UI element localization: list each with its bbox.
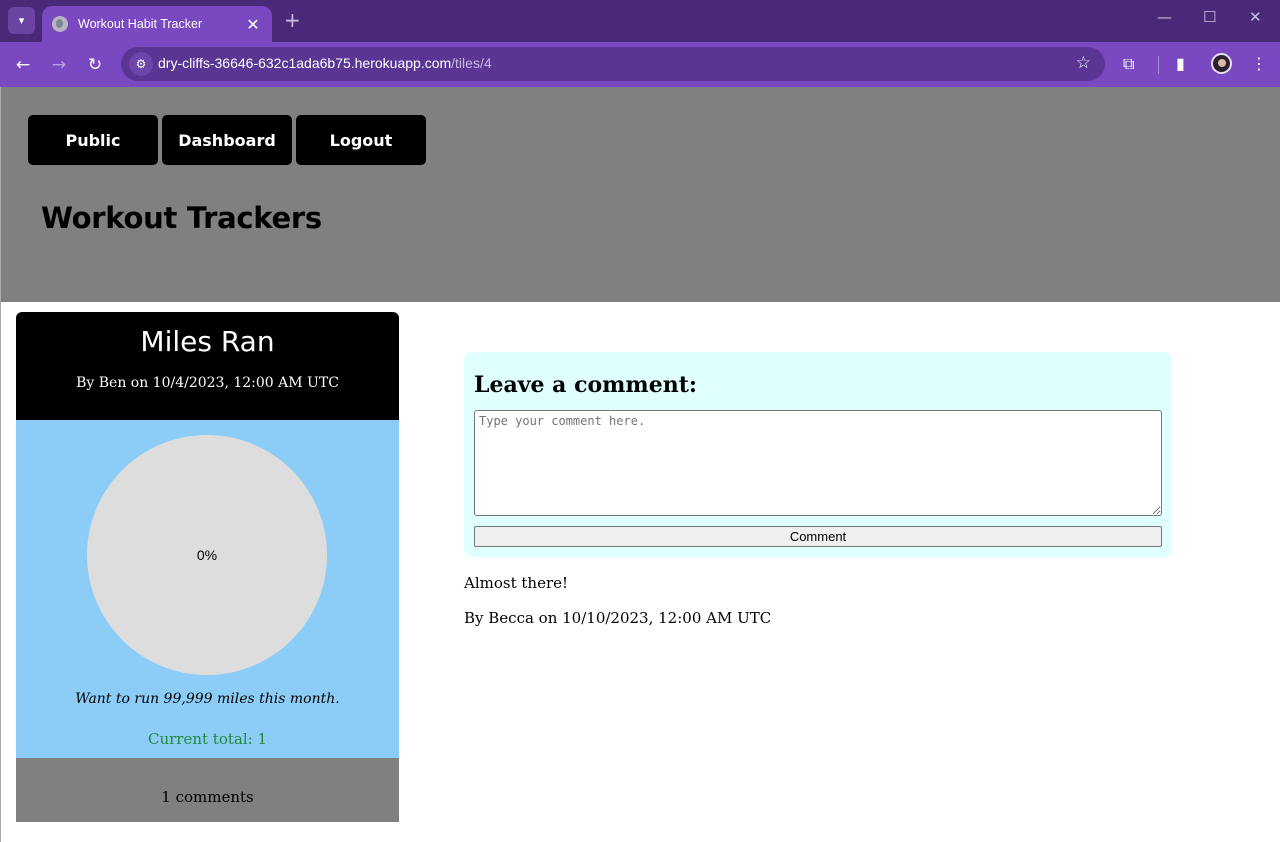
side-panel-icon[interactable]: ▮	[1176, 54, 1185, 73]
toolbar-divider	[1158, 56, 1159, 74]
browser-tab-strip: ▾ Workout Habit Tracker ✕ + — ☐ ✕	[0, 0, 1280, 42]
comment-button[interactable]: Comment	[474, 526, 1162, 547]
comment-input[interactable]	[474, 410, 1162, 516]
reload-icon[interactable]: ↻	[82, 52, 108, 78]
arrow-left-icon[interactable]: ←	[10, 52, 36, 78]
progress-label: 0%	[196, 547, 218, 563]
site-header: Public Dashboard Logout Workout Trackers	[0, 87, 1280, 302]
comment-form: Leave a comment: Comment	[464, 352, 1172, 557]
url-text[interactable]: dry-cliffs-36646-632c1ada6b75.herokuapp.…	[158, 55, 492, 71]
tile-footer: 1 comments	[16, 758, 399, 822]
window-close-icon[interactable]: ✕	[1249, 8, 1262, 26]
kebab-menu-icon[interactable]: ⋮	[1251, 54, 1267, 73]
browser-tab[interactable]: Workout Habit Tracker ✕	[42, 6, 272, 42]
tile-byline: By Ben on 10/4/2023, 12:00 AM UTC	[76, 375, 339, 391]
dashboard-button[interactable]: Dashboard	[162, 115, 292, 165]
address-bar[interactable]: ⚙ dry-cliffs-36646-632c1ada6b75.herokuap…	[121, 47, 1105, 81]
tile-header: Miles Ran By Ben on 10/4/2023, 12:00 AM …	[16, 312, 399, 420]
page-content: Public Dashboard Logout Workout Trackers…	[0, 87, 1280, 842]
page-border	[0, 87, 1, 842]
tile-current-total: Current total: 1	[147, 730, 267, 748]
browser-toolbar: ← → ↻ ⚙ dry-cliffs-36646-632c1ada6b75.he…	[0, 42, 1280, 87]
plus-icon[interactable]: +	[284, 9, 301, 31]
star-icon[interactable]: ☆	[1076, 53, 1091, 73]
progress-circle: 0%	[87, 435, 327, 675]
close-icon[interactable]: ✕	[244, 15, 262, 34]
url-path: /tiles/4	[451, 55, 492, 71]
puzzle-icon[interactable]: ⧉	[1123, 54, 1134, 74]
url-host: dry-cliffs-36646-632c1ada6b75.herokuapp.…	[158, 55, 452, 71]
tracker-tile: Miles Ran By Ben on 10/4/2023, 12:00 AM …	[16, 312, 399, 842]
tune-icon[interactable]: ⚙	[129, 52, 153, 76]
tile-goal: Want to run 99,999 miles this month.	[75, 691, 340, 707]
comment-meta: By Becca on 10/10/2023, 12:00 AM UTC	[464, 609, 772, 627]
arrow-right-icon[interactable]: →	[46, 52, 72, 78]
tab-title: Workout Habit Tracker	[78, 17, 203, 31]
tile-title: Miles Ran	[140, 325, 275, 358]
minimize-icon[interactable]: —	[1157, 8, 1172, 26]
comments-count: 1 comments	[161, 788, 254, 806]
page-title: Workout Trackers	[41, 201, 322, 235]
public-button[interactable]: Public	[28, 115, 158, 165]
tile-body: 0% Want to run 99,999 miles this month. …	[16, 420, 399, 758]
chevron-down-icon[interactable]: ▾	[8, 7, 35, 34]
globe-icon	[52, 16, 68, 32]
avatar[interactable]	[1211, 53, 1232, 74]
comment-form-heading: Leave a comment:	[474, 372, 697, 398]
logout-button[interactable]: Logout	[296, 115, 426, 165]
maximize-icon[interactable]: ☐	[1203, 8, 1216, 26]
comment-text: Almost there!	[464, 574, 569, 592]
